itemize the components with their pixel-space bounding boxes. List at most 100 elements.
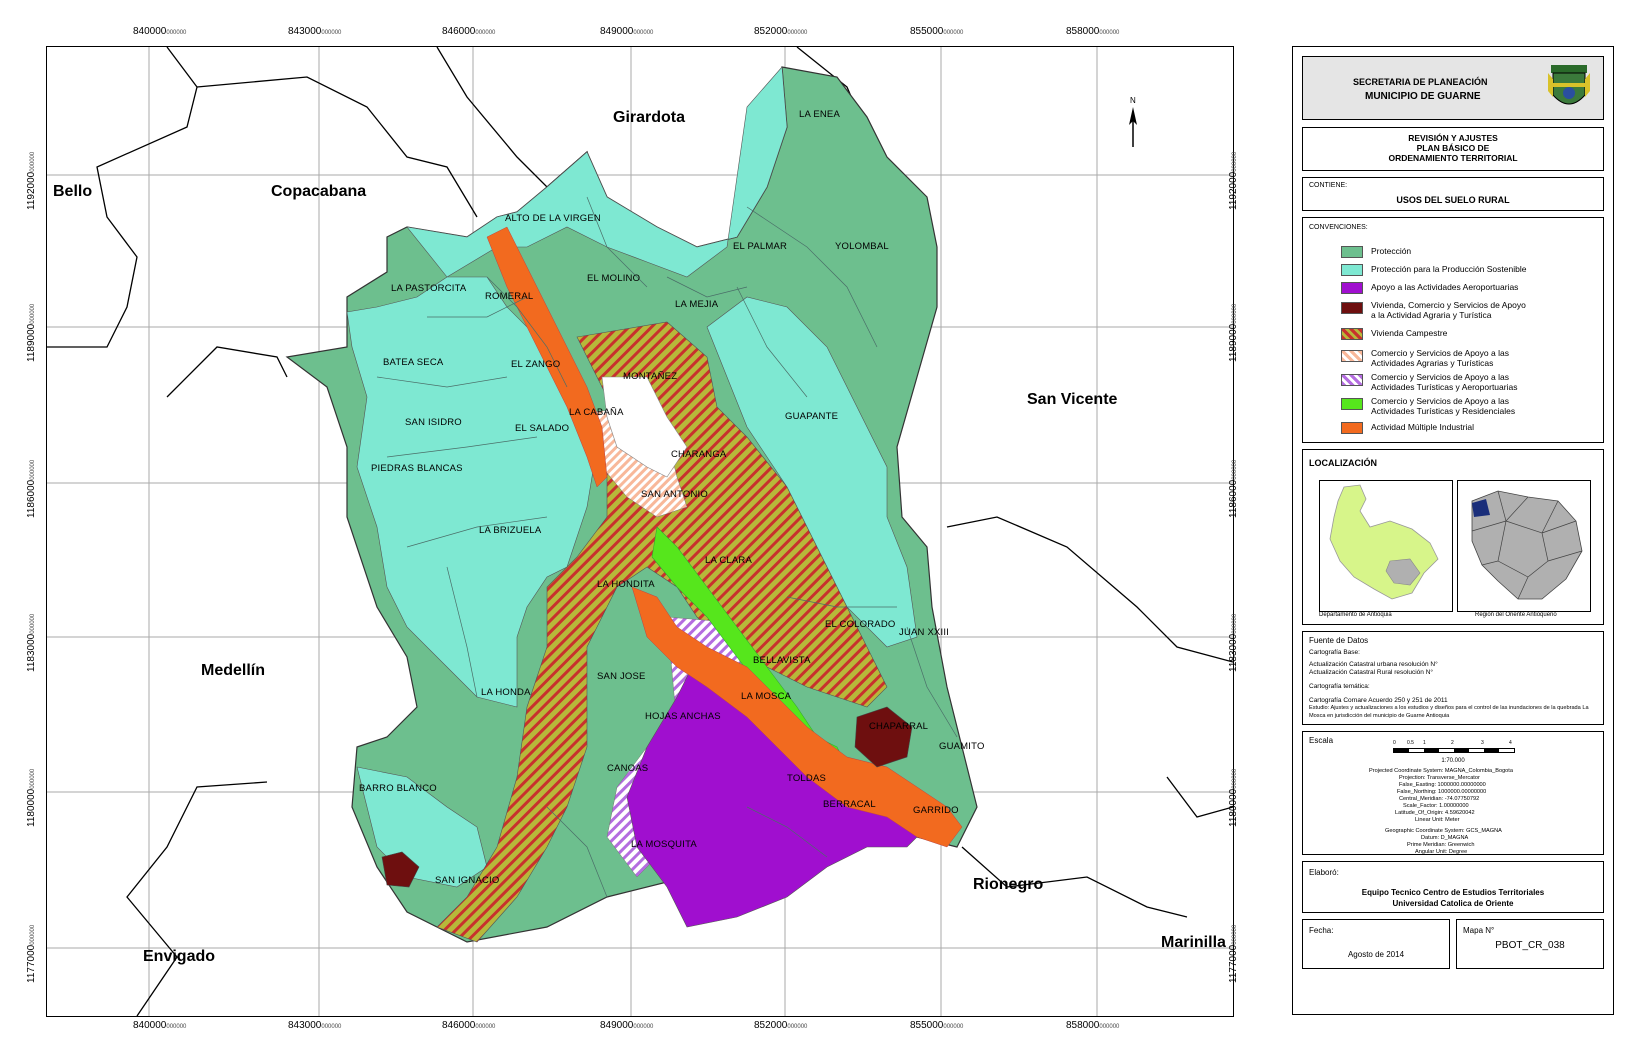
map-canvas[interactable]: N: [47, 47, 1233, 1016]
date-label: Fecha:: [1309, 926, 1334, 935]
org-title: SECRETARIA DE PLANEACIÓN: [1353, 77, 1488, 87]
data-source-line: Estudio: Ajustes y actualizaciones a los…: [1309, 705, 1589, 719]
vereda-label: GUAPANTE: [785, 411, 839, 422]
org-header: SECRETARIA DE PLANEACIÓN MUNICIPIO DE GU…: [1302, 56, 1604, 120]
oriente-inset: [1457, 480, 1591, 612]
legend-item-comercio-residenciales: Comercio y Servicios de Apoyo a las Acti…: [1341, 396, 1541, 416]
side-panel: SECRETARIA DE PLANEACIÓN MUNICIPIO DE GU…: [1292, 46, 1614, 1015]
scale-tick: 0.5: [1407, 740, 1414, 746]
projection-line: Datum: D_MAGNA: [1421, 835, 1469, 841]
legend-swatch: [1341, 264, 1363, 276]
scale-tick: 4: [1509, 740, 1512, 746]
vereda-label: YOLOMBAL: [835, 241, 889, 252]
vereda-label: TOLDAS: [787, 773, 827, 784]
vereda-label: JUAN XXIII: [899, 627, 950, 638]
municipio-label: Medellín: [201, 662, 266, 679]
author-box: Elaboró: Equipo Tecnico Centro de Estudi…: [1302, 861, 1604, 913]
y-coordinate-label: 1186000000000: [1228, 459, 1239, 518]
vereda-label: LA CLARA: [705, 555, 753, 566]
author-label: Elaboró:: [1309, 868, 1339, 877]
map-number-box: Mapa N° PBOT_CR_038: [1456, 919, 1604, 969]
projection-line: Projected Coordinate System: MAGNA_Colom…: [1369, 768, 1513, 774]
coat-of-arms-icon: [1547, 63, 1591, 115]
vereda-label: MONTAÑEZ: [623, 371, 678, 382]
vereda-label: LA MOSQUITA: [631, 839, 697, 850]
svg-text:N: N: [1130, 96, 1136, 105]
data-source-line: Cartografía temática:: [1309, 683, 1370, 690]
vereda-label: LA MOSCA: [741, 691, 792, 702]
vereda-label: LA PASTORCITA: [391, 283, 467, 294]
x-coordinate-label: 843000000000: [288, 26, 342, 37]
location-title: LOCALIZACIÓN: [1309, 458, 1377, 468]
municipio-label: Copacabana: [271, 183, 367, 200]
contiene-value: USOS DEL SUELO RURAL: [1396, 195, 1510, 205]
vereda-label: GARRIDO: [913, 805, 959, 816]
x-coordinate-label: 849000000000: [600, 1020, 654, 1031]
y-coordinate-label: 1183000000000: [26, 613, 37, 672]
municipio-label: Envigado: [143, 948, 216, 965]
vereda-label: SAN ISIDRO: [405, 417, 462, 428]
location-box: LOCALIZACIÓN Departamento de Antioquia R…: [1302, 449, 1604, 625]
vereda-label: EL ZANGO: [511, 359, 561, 370]
vereda-label: CHAPARRAL: [869, 721, 929, 732]
municipio-label: San Vicente: [1027, 391, 1118, 408]
vereda-label: BATEA SECA: [383, 357, 444, 368]
vereda-label: EL COLORADO: [825, 619, 896, 630]
scale-title: Escala: [1309, 736, 1334, 745]
vereda-label: CHARANGA: [671, 449, 727, 460]
y-coordinate-label: 1177000000000: [1228, 924, 1239, 983]
data-source-title: Fuente de Datos: [1309, 636, 1369, 645]
vereda-label: EL MOLINO: [587, 273, 641, 284]
legend-swatch: [1341, 302, 1363, 314]
x-coordinate-label: 852000000000: [754, 26, 808, 37]
municipio-label: Rionegro: [973, 876, 1044, 893]
municipio-label: Girardota: [613, 109, 686, 126]
vereda-label: SAN IGNACIO: [435, 875, 500, 886]
x-coordinate-label: 846000000000: [442, 26, 496, 37]
legend-swatch: [1341, 350, 1363, 362]
vereda-label: LA BRIZUELA: [479, 525, 542, 536]
municipio-label: Bello: [53, 183, 93, 200]
project-box: REVISIÓN Y AJUSTES PLAN BÁSICO DE ORDENA…: [1302, 127, 1604, 171]
projection-line: Prime Meridian: Greenwich: [1407, 842, 1475, 848]
legend-item-industrial: Actividad Múltiple Industrial: [1341, 422, 1474, 434]
y-coordinate-label: 1189000000000: [1228, 303, 1239, 362]
map-number-label: Mapa N°: [1463, 926, 1495, 935]
y-coordinate-label: 1180000000000: [1228, 768, 1239, 827]
legend-swatch: [1341, 328, 1363, 340]
scale-tick: 1: [1423, 740, 1426, 746]
legend-swatch: [1341, 398, 1363, 410]
data-source-line: Cartografía Base:: [1309, 649, 1360, 656]
x-coordinate-label: 852000000000: [754, 1020, 808, 1031]
vereda-label: SAN JOSE: [597, 671, 646, 682]
y-coordinate-label: 1180000000000: [26, 768, 37, 827]
map-frame: N Bello Copacabana Girardota San Vicente…: [46, 46, 1234, 1017]
legend-item-apoyo-aeroportuarias: Apoyo a las Actividades Aeroportuarias: [1341, 282, 1518, 294]
legend-swatch: [1341, 246, 1363, 258]
y-coordinate-label: 1186000000000: [26, 459, 37, 518]
vereda-label: BELLAVISTA: [753, 655, 811, 666]
scale-tick: 0: [1393, 740, 1396, 746]
vereda-label: EL PALMAR: [733, 241, 788, 252]
project-line-3: ORDENAMIENTO TERRITORIAL: [1388, 153, 1518, 163]
y-coordinate-label: 1192000000000: [26, 151, 37, 210]
x-coordinate-label: 840000000000: [133, 26, 187, 37]
legend-box: CONVENCIONES: Protección Protección para…: [1302, 217, 1604, 443]
scale-ratio: 1:70.000: [1441, 758, 1465, 764]
data-source-box: Fuente de Datos Cartografía Base: Actual…: [1302, 631, 1604, 725]
date-box: Fecha: Agosto de 2014: [1302, 919, 1450, 969]
legend-item-comercio-agrarias: Comercio y Servicios de Apoyo a las Acti…: [1341, 348, 1541, 368]
date-value: Agosto de 2014: [1347, 950, 1405, 959]
legend-item-proteccion-produccion: Protección para la Producción Sostenible: [1341, 264, 1526, 276]
data-source-line: Actualización Catastral Rural resolución…: [1309, 669, 1433, 676]
vereda-label: GUAMITO: [939, 741, 985, 752]
x-coordinate-label: 858000000000: [1066, 26, 1120, 37]
vereda-label: BARRO BLANCO: [359, 783, 437, 794]
north-arrow-icon: N: [1129, 96, 1137, 147]
antioquia-caption: Departamento de Antioquia: [1319, 612, 1392, 618]
legend-title: CONVENCIONES:: [1309, 224, 1368, 231]
legend-swatch: [1341, 282, 1363, 294]
vereda-label: BERRACAL: [823, 799, 876, 810]
legend-swatch: [1341, 374, 1363, 386]
contiene-box: CONTIENE: USOS DEL SUELO RURAL: [1302, 177, 1604, 211]
